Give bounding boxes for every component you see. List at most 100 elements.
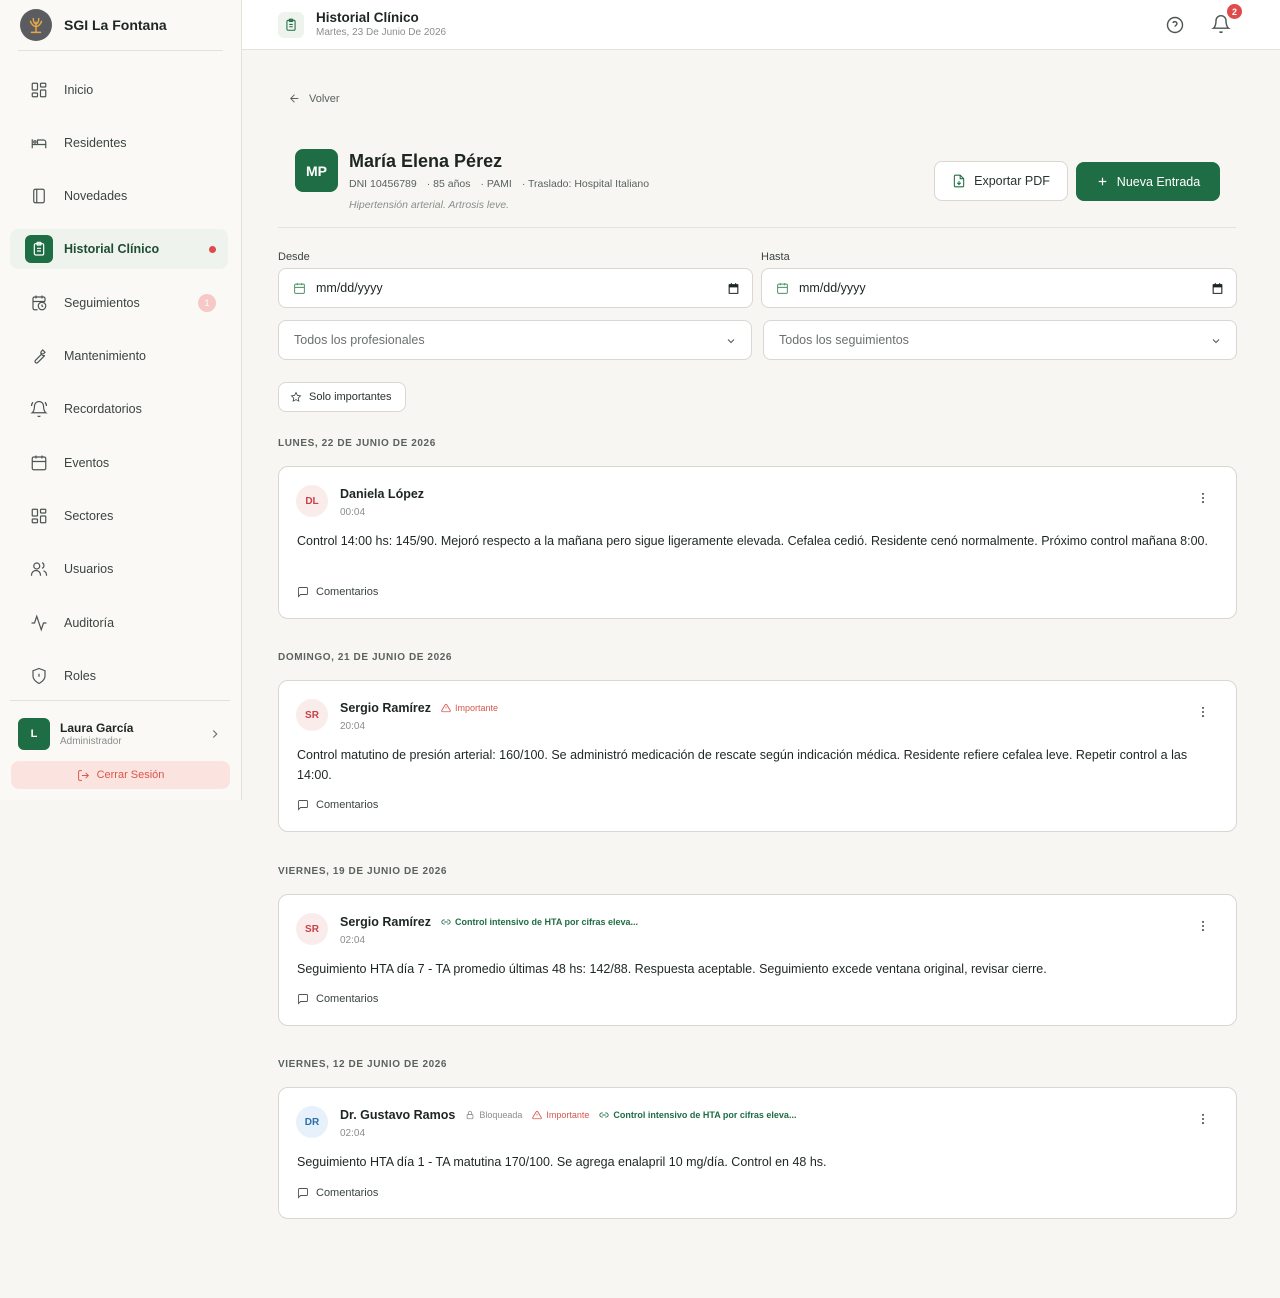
comments-label: Comentarios xyxy=(316,1187,379,1199)
entry-text: Seguimiento HTA día 7 - TA promedio últi… xyxy=(297,962,1047,976)
important-tag: Importante xyxy=(532,1110,589,1120)
unread-dot xyxy=(209,246,216,253)
back-button[interactable]: Volver xyxy=(288,92,340,105)
sidebar-item-label: Mantenimiento xyxy=(64,349,146,363)
professional-select[interactable]: Todos los profesionales xyxy=(278,320,752,360)
export-pdf-button[interactable]: Exportar PDF xyxy=(934,161,1068,201)
wrench-icon xyxy=(30,347,48,365)
sidebar-item-auditoria[interactable]: Auditoría xyxy=(10,603,228,643)
more-vertical-icon[interactable] xyxy=(1196,919,1210,933)
sidebar-item-label: Roles xyxy=(64,669,96,683)
entry-author: Sergio Ramírez xyxy=(340,701,432,715)
sidebar-item-roles[interactable]: Roles xyxy=(10,656,228,696)
entry-author: Sergio Ramírez xyxy=(340,915,432,929)
linked-followup-tag[interactable]: Control intensivo de HTA por cifras elev… xyxy=(599,1110,796,1120)
sidebar-item-label: Inicio xyxy=(64,83,94,97)
entry-author: Dr. Gustavo Ramos xyxy=(340,1108,456,1122)
linked-followup-label: Control intensivo de HTA por cifras elev… xyxy=(455,917,639,927)
user-name: Laura García xyxy=(60,721,134,735)
logout-label: Cerrar Sesión xyxy=(96,769,165,781)
message-square-icon xyxy=(297,586,309,598)
bed-icon xyxy=(30,134,48,152)
entry-header: Dr. Gustavo Ramos Bloqueada Importante C… xyxy=(340,1108,796,1122)
sidebar-item-residentes[interactable]: Residentes xyxy=(10,123,228,163)
entry-author: Daniela López xyxy=(340,487,425,501)
comments-button[interactable]: Comentarios xyxy=(297,1187,378,1199)
important-tag: Importante xyxy=(441,703,498,713)
calendar-picker-icon[interactable] xyxy=(727,282,740,295)
important-only-label: Solo importantes xyxy=(309,391,392,403)
more-vertical-icon[interactable] xyxy=(1196,491,1210,505)
important-only-toggle[interactable]: Solo importantes xyxy=(278,382,406,412)
chevron-down-icon xyxy=(725,335,737,347)
author-avatar: DR xyxy=(296,1106,328,1138)
clinical-entry: DR Dr. Gustavo Ramos Bloqueada Important… xyxy=(278,1087,1237,1219)
sidebar-item-inicio[interactable]: Inicio xyxy=(10,70,228,110)
sidebar-item-novedades[interactable]: Novedades xyxy=(10,176,228,216)
sidebar-item-sectores[interactable]: Sectores xyxy=(10,496,228,536)
message-square-icon xyxy=(297,993,309,1005)
author-avatar: SR xyxy=(296,913,328,945)
linked-followup-tag[interactable]: Control intensivo de HTA por cifras elev… xyxy=(441,917,638,927)
entry-header: Sergio Ramírez Control intensivo de HTA … xyxy=(340,915,638,929)
chevron-right-icon xyxy=(208,727,222,741)
new-entry-button[interactable]: Nueva Entrada xyxy=(1076,162,1220,201)
patient-coverage: · PAMI xyxy=(480,178,512,190)
help-icon[interactable] xyxy=(1165,15,1185,35)
linked-followup-label: Control intensivo de HTA por cifras elev… xyxy=(613,1110,797,1120)
grid-icon xyxy=(30,507,48,525)
clipboard-icon-box xyxy=(25,235,53,263)
sidebar-item-recordatorios[interactable]: Recordatorios xyxy=(10,389,228,429)
book-icon xyxy=(30,187,48,205)
entry-header: Daniela López xyxy=(340,487,424,501)
comments-button[interactable]: Comentarios xyxy=(297,993,378,1005)
to-date-input[interactable]: mm/dd/yyyy xyxy=(761,268,1237,308)
user-role: Administrador xyxy=(60,736,122,747)
entry-time: 02:04 xyxy=(340,1128,366,1139)
sidebar-item-label: Eventos xyxy=(64,456,110,470)
sidebar-item-label: Residentes xyxy=(64,136,127,150)
brand[interactable]: SGI La Fontana xyxy=(18,0,223,51)
patient-name: María Elena Pérez xyxy=(349,151,503,171)
sidebar-item-mantenimiento[interactable]: Mantenimiento xyxy=(10,336,228,376)
bell-icon[interactable] xyxy=(1211,14,1231,34)
calendar-clock-icon xyxy=(30,294,48,312)
locked-tag-label: Bloqueada xyxy=(479,1110,523,1120)
logout-button[interactable]: Cerrar Sesión xyxy=(11,761,230,789)
export-label: Exportar PDF xyxy=(974,174,1050,188)
more-vertical-icon[interactable] xyxy=(1196,1112,1210,1126)
followup-select-value: Todos los seguimientos xyxy=(779,333,909,347)
activity-icon xyxy=(30,614,48,632)
sidebar-item-label: Auditoría xyxy=(64,616,115,630)
patient-dni: DNI 10456789 xyxy=(349,178,417,190)
page-title: Historial Clínico xyxy=(316,10,419,25)
message-square-icon xyxy=(297,799,309,811)
alert-triangle-icon xyxy=(441,703,451,713)
more-vertical-icon[interactable] xyxy=(1196,705,1210,719)
sidebar-item-seguimientos[interactable]: Seguimientos 1 xyxy=(10,283,228,323)
star-icon xyxy=(290,391,302,403)
professional-select-value: Todos los profesionales xyxy=(294,333,425,347)
link-icon xyxy=(599,1110,610,1120)
calendar-picker-icon[interactable] xyxy=(1211,282,1224,295)
user-profile[interactable]: L Laura García Administrador xyxy=(18,718,230,750)
important-tag-label: Importante xyxy=(546,1110,590,1120)
back-label: Volver xyxy=(309,92,340,105)
comments-button[interactable]: Comentarios xyxy=(297,586,378,598)
followup-select[interactable]: Todos los seguimientos xyxy=(763,320,1237,360)
calendar-icon xyxy=(30,454,48,472)
brand-name: SGI La Fontana xyxy=(64,17,167,33)
calendar-icon xyxy=(293,282,306,295)
patient-header: MP María Elena Pérez DNI 10456789 · 85 a… xyxy=(278,140,1236,228)
sidebar-item-usuarios[interactable]: Usuarios xyxy=(10,549,228,589)
sidebar-item-historial-clinico[interactable]: Historial Clínico xyxy=(10,229,228,269)
from-date-input[interactable]: mm/dd/yyyy xyxy=(278,268,753,308)
entry-time: 20:04 xyxy=(340,721,366,732)
comments-button[interactable]: Comentarios xyxy=(297,799,378,811)
new-entry-label: Nueva Entrada xyxy=(1116,174,1201,189)
count-badge: 1 xyxy=(198,294,216,312)
logout-icon xyxy=(77,769,90,782)
user-info: Laura García Administrador xyxy=(60,721,133,747)
sidebar-item-eventos[interactable]: Eventos xyxy=(10,443,228,483)
sidebar-item-label: Sectores xyxy=(64,509,114,523)
